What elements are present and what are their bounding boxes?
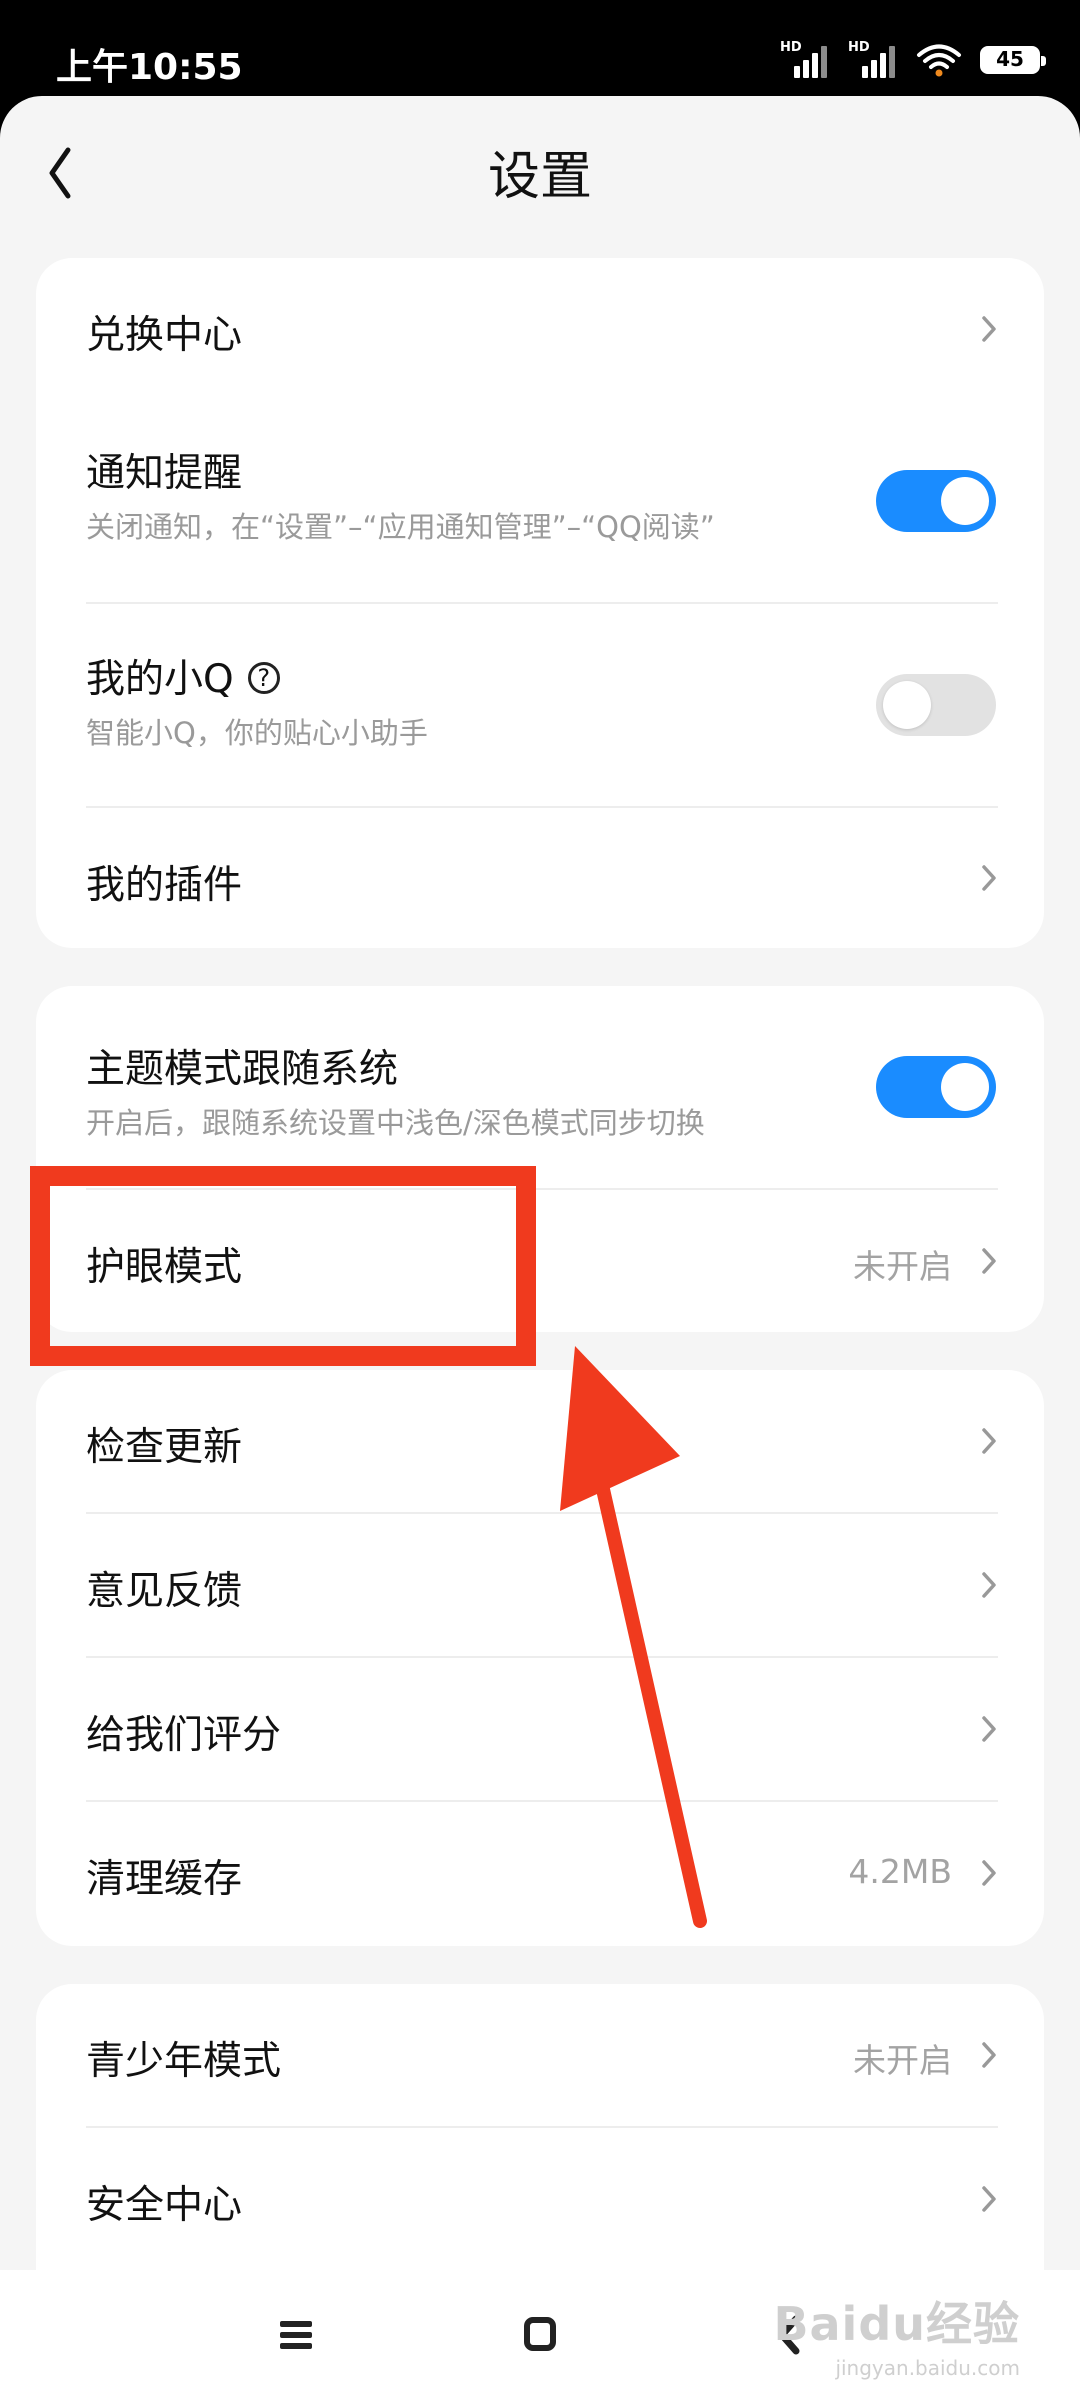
check-update-label: 检查更新 [86, 1425, 243, 1470]
eye-protection-label: 护眼模式 [86, 1245, 243, 1290]
cache-size-value: 4.2MB [848, 1852, 952, 1891]
my-plugins-row[interactable]: 我的插件 [36, 808, 1044, 948]
notification-description: 关闭通知，在“设置”–“应用通知管理”–“QQ阅读” [86, 510, 715, 544]
my-q-toggle[interactable] [876, 674, 996, 736]
feedback-row[interactable]: 意见反馈 [36, 1514, 1044, 1658]
exchange-center-row[interactable]: 兑换中心 [36, 258, 1044, 400]
navigation-bar: Baidu经验 jingyan.baidu.com [0, 2270, 1080, 2400]
watermark-logo: Baidu经验 [773, 2297, 1020, 2351]
eye-protection-row[interactable]: 护眼模式 未开启 [36, 1190, 1044, 1332]
chevron-right-icon [982, 1572, 996, 1598]
rate-us-label: 给我们评分 [86, 1713, 282, 1758]
settings-card-2: 主题模式跟随系统 开启后，跟随系统设置中浅色/深色模式同步切换 护眼模式 未开启 [36, 986, 1044, 1332]
theme-follow-row: 主题模式跟随系统 开启后，跟随系统设置中浅色/深色模式同步切换 [36, 986, 1044, 1190]
rate-us-row[interactable]: 给我们评分 [36, 1658, 1044, 1802]
watermark: Baidu经验 jingyan.baidu.com [773, 2288, 1020, 2380]
clear-cache-label: 清理缓存 [86, 1857, 243, 1902]
settings-screen: 设置 兑换中心 通知提醒 关闭通知，在“设置”–“应用通知管理”–“QQ阅读” … [0, 96, 1080, 2400]
page-title: 设置 [487, 147, 592, 207]
notification-toggle[interactable] [876, 470, 996, 532]
help-icon[interactable]: ? [247, 661, 280, 694]
home-icon[interactable] [510, 2310, 570, 2360]
menu-icon[interactable] [266, 2310, 326, 2360]
feedback-label: 意见反馈 [86, 1569, 243, 1614]
chevron-right-icon [982, 2042, 996, 2068]
my-q-description: 智能小Q，你的贴心小助手 [86, 716, 428, 750]
youth-mode-label: 青少年模式 [86, 2039, 282, 2084]
notification-row: 通知提醒 关闭通知，在“设置”–“应用通知管理”–“QQ阅读” [36, 400, 1044, 604]
chevron-right-icon [982, 1248, 996, 1274]
settings-card-1: 兑换中心 通知提醒 关闭通知，在“设置”–“应用通知管理”–“QQ阅读” 我的小… [36, 258, 1044, 948]
battery-level: 45 [996, 47, 1024, 71]
status-icons: HD HD 45 [780, 40, 1046, 80]
chevron-right-icon [982, 1716, 996, 1742]
battery-icon: 45 [980, 46, 1046, 74]
eye-protection-value: 未开启 [853, 1247, 952, 1286]
theme-follow-toggle[interactable] [876, 1056, 996, 1118]
status-time: 上午10:55 [56, 47, 243, 88]
my-q-label: 我的小Q? [86, 648, 280, 704]
chevron-right-icon [982, 316, 996, 342]
theme-follow-label: 主题模式跟随系统 [86, 1047, 399, 1092]
theme-follow-description: 开启后，跟随系统设置中浅色/深色模式同步切换 [86, 1106, 705, 1140]
my-plugins-label: 我的插件 [86, 863, 243, 908]
youth-mode-row[interactable]: 青少年模式 未开启 [36, 1984, 1044, 2128]
my-q-row: 我的小Q? 智能小Q，你的贴心小助手 [36, 604, 1044, 808]
notification-label: 通知提醒 [86, 451, 243, 496]
youth-mode-value: 未开启 [853, 2041, 952, 2080]
watermark-url: jingyan.baidu.com [835, 2356, 1020, 2380]
security-center-row[interactable]: 安全中心 [36, 2128, 1044, 2272]
exchange-center-label: 兑换中心 [86, 313, 243, 358]
check-update-row[interactable]: 检查更新 [36, 1370, 1044, 1514]
chevron-right-icon [982, 865, 996, 891]
security-center-label: 安全中心 [86, 2183, 243, 2228]
settings-card-3: 检查更新 意见反馈 给我们评分 清理缓存 4.2MB [36, 1370, 1044, 1946]
clear-cache-row[interactable]: 清理缓存 4.2MB [36, 1802, 1044, 1946]
hd-label: HD [848, 40, 870, 55]
hd-label: HD [780, 40, 802, 55]
chevron-right-icon [982, 1860, 996, 1886]
signal-icon: HD [848, 40, 898, 78]
header: 设置 [0, 96, 1080, 246]
status-bar: 上午10:55 HD HD 45 [0, 0, 1080, 96]
signal-icon: HD [780, 40, 830, 78]
chevron-right-icon [982, 1428, 996, 1454]
chevron-right-icon [982, 2186, 996, 2212]
wifi-icon [917, 44, 961, 77]
